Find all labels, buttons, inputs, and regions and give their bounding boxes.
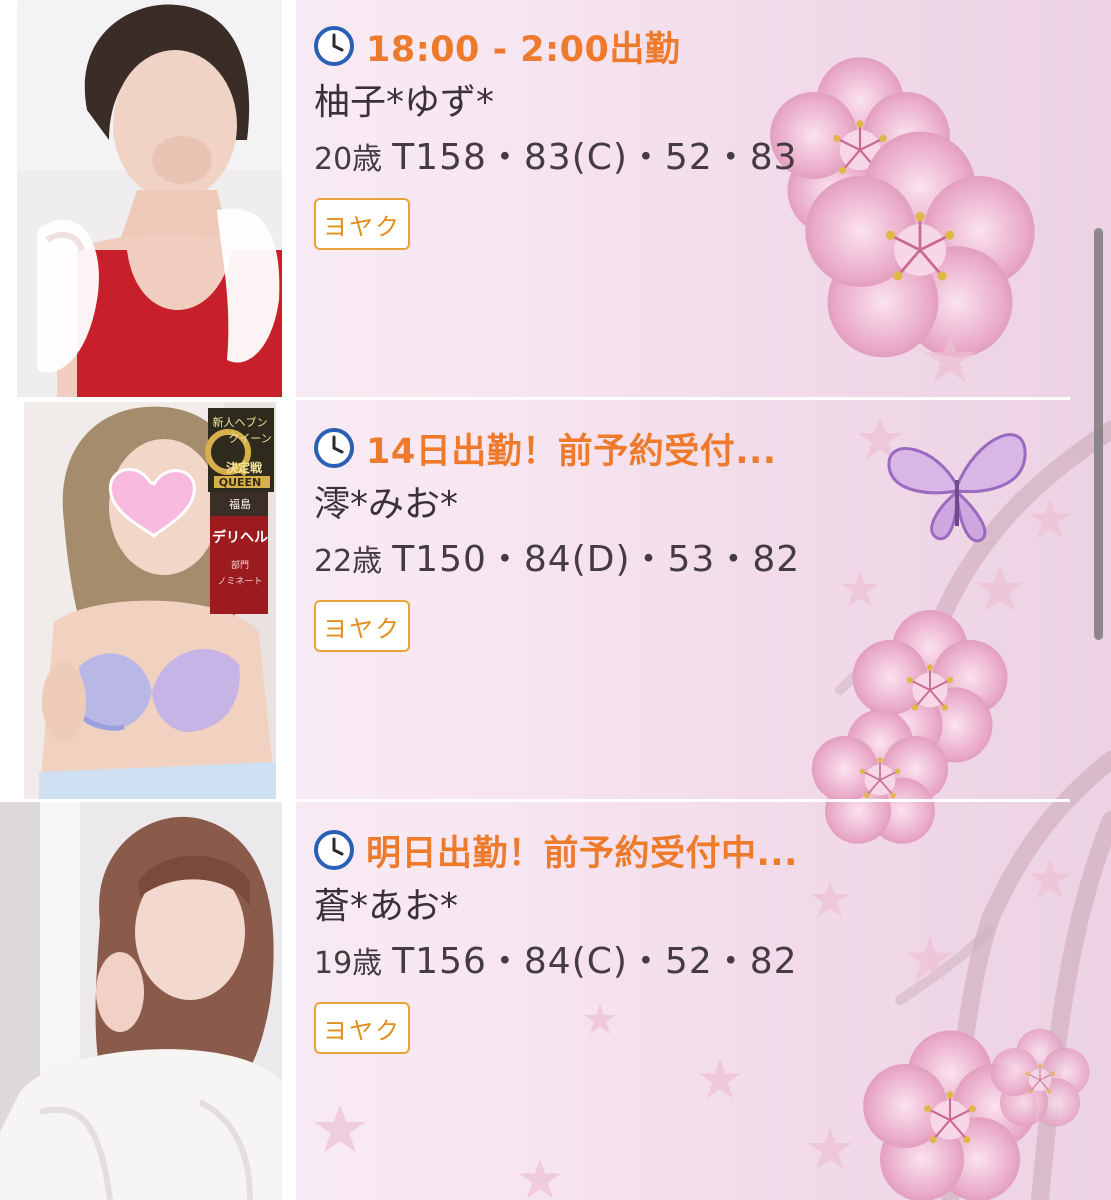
svg-text:新人ヘブン: 新人ヘブン xyxy=(213,415,268,429)
clock-icon xyxy=(314,428,354,468)
cast-list-screen: 18:00 - 2:00出勤 柚子*ゆず* 20歳 T158・83(C)・52・8… xyxy=(0,0,1111,1200)
cast-stats: 22歳 T150・84(D)・53・82 xyxy=(314,536,1014,584)
cast-card[interactable]: 18:00 - 2:00出勤 柚子*ゆず* 20歳 T158・83(C)・52・8… xyxy=(0,0,1111,400)
svg-text:福島: 福島 xyxy=(229,497,251,511)
shift-status: 明日出勤！前予約受付中... xyxy=(366,833,798,874)
cast-card[interactable]: 新人ヘブン クイーン QUEEN 決定戦 福島 デリヘル 部門 ノミネート 14… xyxy=(0,400,1111,802)
cast-name[interactable]: 蒼*あお* xyxy=(314,884,1014,930)
cast-age: 19歳 xyxy=(314,946,383,981)
cast-stats: 19歳 T156・84(C)・52・82 xyxy=(314,938,1014,986)
svg-text:クイーン: クイーン xyxy=(228,432,271,445)
reserve-button[interactable]: ヨヤク xyxy=(314,1002,410,1054)
cast-list: 18:00 - 2:00出勤 柚子*ゆず* 20歳 T158・83(C)・52・8… xyxy=(0,0,1111,1200)
cast-age: 22歳 xyxy=(314,544,383,579)
cast-name[interactable]: 柚子*ゆず* xyxy=(314,80,1014,126)
scrollbar-thumb[interactable] xyxy=(1094,228,1103,640)
cast-measurements: T156・84(C)・52・82 xyxy=(392,941,798,982)
svg-text:QUEEN: QUEEN xyxy=(219,476,262,489)
cast-stats: 20歳 T158・83(C)・52・83 xyxy=(314,134,1014,182)
svg-text:決定戦: 決定戦 xyxy=(226,460,263,475)
reserve-button[interactable]: ヨヤク xyxy=(314,198,410,250)
cast-measurements: T158・83(C)・52・83 xyxy=(392,137,798,178)
shift-status: 18:00 - 2:00出勤 xyxy=(366,29,681,70)
status-row: 明日出勤！前予約受付中... xyxy=(314,828,1014,874)
svg-text:デリヘル: デリヘル xyxy=(212,529,268,546)
profile-photo[interactable] xyxy=(17,0,282,398)
clock-icon xyxy=(314,26,354,66)
svg-text:部門: 部門 xyxy=(231,559,249,571)
status-row: 14日出勤！前予約受付... xyxy=(314,426,1014,472)
cast-measurements: T150・84(D)・53・82 xyxy=(392,539,801,580)
status-row: 18:00 - 2:00出勤 xyxy=(314,24,1014,70)
clock-icon xyxy=(314,830,354,870)
cast-age: 20歳 xyxy=(314,142,383,177)
cast-card[interactable]: 明日出勤！前予約受付中... 蒼*あお* 19歳 T156・84(C)・52・82… xyxy=(0,802,1111,1200)
shift-status: 14日出勤！前予約受付... xyxy=(366,431,777,472)
cast-name[interactable]: 澪*みお* xyxy=(314,482,1014,528)
profile-photo[interactable] xyxy=(0,802,282,1200)
svg-text:ノミネート: ノミネート xyxy=(217,576,262,587)
profile-photo[interactable]: 新人ヘブン クイーン QUEEN 決定戦 福島 デリヘル 部門 ノミネート xyxy=(24,402,276,800)
award-badge: 新人ヘブン クイーン QUEEN 決定戦 福島 デリヘル 部門 ノミネート xyxy=(205,408,274,614)
reserve-button[interactable]: ヨヤク xyxy=(314,600,410,652)
